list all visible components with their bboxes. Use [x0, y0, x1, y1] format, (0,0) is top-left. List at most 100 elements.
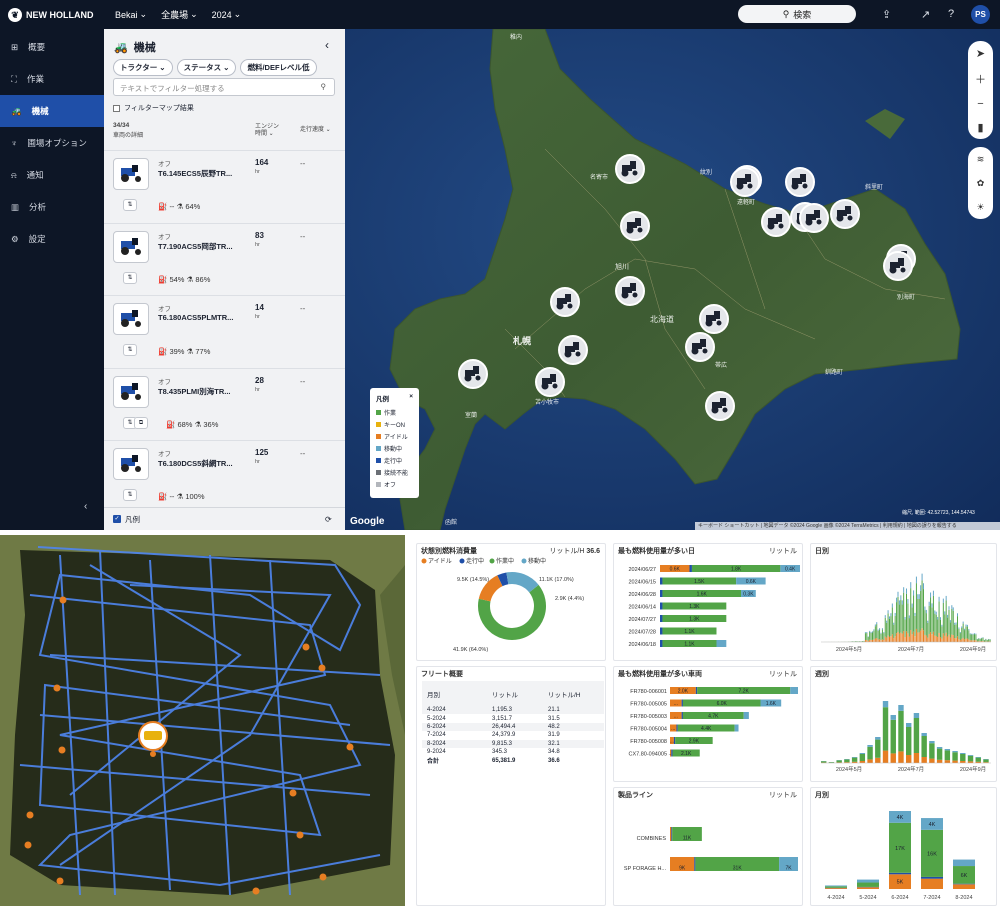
- bar-segment[interactable]: [867, 637, 869, 641]
- bar-segment[interactable]: [953, 884, 975, 889]
- bar-segment[interactable]: [928, 633, 930, 642]
- bar-segment[interactable]: [944, 760, 951, 763]
- bar-segment[interactable]: [896, 602, 898, 634]
- bar-segment[interactable]: [890, 753, 896, 763]
- bar-segment[interactable]: [907, 603, 909, 634]
- bar-segment[interactable]: [924, 610, 926, 635]
- bar-segment[interactable]: [921, 628, 923, 642]
- bar-segment[interactable]: [866, 632, 868, 634]
- bar-segment[interactable]: [972, 634, 974, 641]
- bar-segment[interactable]: [931, 634, 933, 642]
- search-button[interactable]: ⚲ 検索: [738, 5, 856, 23]
- nav-item-settings[interactable]: ⚙ 設定: [0, 223, 104, 255]
- bar-segment[interactable]: [936, 747, 943, 749]
- bar-segment[interactable]: [957, 616, 958, 637]
- bar-segment[interactable]: [857, 882, 879, 887]
- machine-map-pin[interactable]: [615, 276, 645, 306]
- bar-segment[interactable]: [975, 757, 981, 758]
- bar-segment[interactable]: [952, 760, 958, 763]
- bar-segment[interactable]: [910, 588, 912, 631]
- bar-segment[interactable]: [876, 638, 878, 642]
- bar-segment[interactable]: [949, 637, 951, 642]
- bar-segment[interactable]: [851, 757, 858, 758]
- bar-segment[interactable]: [857, 879, 879, 883]
- bar-segment[interactable]: [875, 739, 881, 758]
- bar-segment[interactable]: [879, 629, 881, 640]
- bar-segment[interactable]: [944, 611, 946, 615]
- bar-segment[interactable]: [942, 633, 944, 642]
- bar-segment[interactable]: [880, 640, 882, 642]
- machine-map-pin[interactable]: [558, 335, 588, 365]
- bar-segment[interactable]: [825, 888, 847, 889]
- bar-segment[interactable]: [975, 634, 977, 641]
- bar-segment[interactable]: [932, 590, 934, 596]
- bar-segment[interactable]: [960, 761, 966, 763]
- bar-segment[interactable]: [913, 595, 915, 632]
- bar-segment[interactable]: [960, 754, 966, 761]
- bar-segment[interactable]: [874, 638, 876, 642]
- bar-segment[interactable]: [962, 637, 964, 642]
- bar-segment[interactable]: [952, 607, 954, 611]
- field-map[interactable]: [0, 535, 405, 906]
- bar-segment[interactable]: [883, 632, 885, 634]
- bar-segment[interactable]: [879, 639, 881, 642]
- bar-segment[interactable]: [925, 613, 927, 636]
- bar-segment[interactable]: [866, 640, 868, 642]
- bar-segment[interactable]: [906, 727, 912, 755]
- bar-segment[interactable]: [877, 630, 879, 640]
- bar-segment[interactable]: [961, 626, 963, 628]
- sync-icon[interactable]: ⇅: [123, 199, 137, 211]
- bar-segment[interactable]: [883, 640, 885, 642]
- bar-segment[interactable]: [859, 753, 866, 754]
- machine-map-pin[interactable]: [458, 359, 488, 389]
- bar-segment[interactable]: [941, 638, 943, 642]
- machine-map-pin[interactable]: [615, 154, 645, 184]
- machine-map-pin[interactable]: [685, 332, 715, 362]
- bar-segment[interactable]: [889, 636, 890, 642]
- nav-item-field-options[interactable]: ♆ 圃場オプション: [0, 127, 104, 159]
- bar-segment[interactable]: [974, 634, 975, 641]
- avatar[interactable]: PS: [971, 5, 990, 24]
- bar-segment[interactable]: [921, 876, 943, 879]
- bar-segment[interactable]: [867, 746, 873, 760]
- bar-segment[interactable]: [952, 751, 958, 753]
- bar-segment[interactable]: [681, 712, 683, 719]
- bar-segment[interactable]: [695, 687, 698, 694]
- open-new-icon[interactable]: ↗: [921, 8, 930, 21]
- bar-segment[interactable]: [975, 757, 981, 762]
- bar-segment[interactable]: [971, 634, 973, 641]
- bar-segment[interactable]: [948, 634, 950, 642]
- bar-segment[interactable]: [911, 607, 913, 635]
- collapse-nav-button[interactable]: ‹: [84, 501, 87, 512]
- bar-segment[interactable]: [941, 626, 943, 639]
- bar-segment[interactable]: [896, 633, 898, 642]
- donut-slice[interactable]: [497, 572, 509, 587]
- bar-segment[interactable]: [953, 883, 975, 885]
- bar-segment[interactable]: [955, 624, 957, 639]
- bar-segment[interactable]: [882, 707, 889, 751]
- bar-segment[interactable]: [948, 609, 950, 635]
- bar-segment[interactable]: [891, 607, 893, 635]
- bar-segment[interactable]: [924, 606, 926, 611]
- filter-input[interactable]: テキストでフィルター処理する ⚲: [113, 78, 335, 96]
- bar-segment[interactable]: [955, 622, 957, 625]
- bar-segment[interactable]: [882, 750, 889, 763]
- checkbox[interactable]: [113, 104, 120, 112]
- bar-segment[interactable]: [889, 616, 890, 619]
- bar-segment[interactable]: [894, 636, 896, 642]
- bar-segment[interactable]: [891, 603, 893, 608]
- refresh-icon[interactable]: ⟳: [325, 515, 332, 524]
- bar-segment[interactable]: [974, 640, 975, 642]
- bar-segment[interactable]: [906, 593, 907, 632]
- weather-icon[interactable]: ☀: [976, 202, 984, 213]
- nav-item-analytics[interactable]: ▥ 分析: [0, 191, 104, 223]
- bar-segment[interactable]: [969, 640, 971, 642]
- map-type-icon[interactable]: ▮: [977, 121, 983, 134]
- bar-segment[interactable]: [927, 622, 929, 638]
- bar-segment[interactable]: [870, 632, 872, 640]
- bar-segment[interactable]: [938, 596, 940, 602]
- bar-segment[interactable]: [901, 633, 903, 642]
- bar-segment[interactable]: [931, 607, 933, 635]
- bar-segment[interactable]: [673, 737, 676, 744]
- bar-segment[interactable]: [660, 577, 663, 585]
